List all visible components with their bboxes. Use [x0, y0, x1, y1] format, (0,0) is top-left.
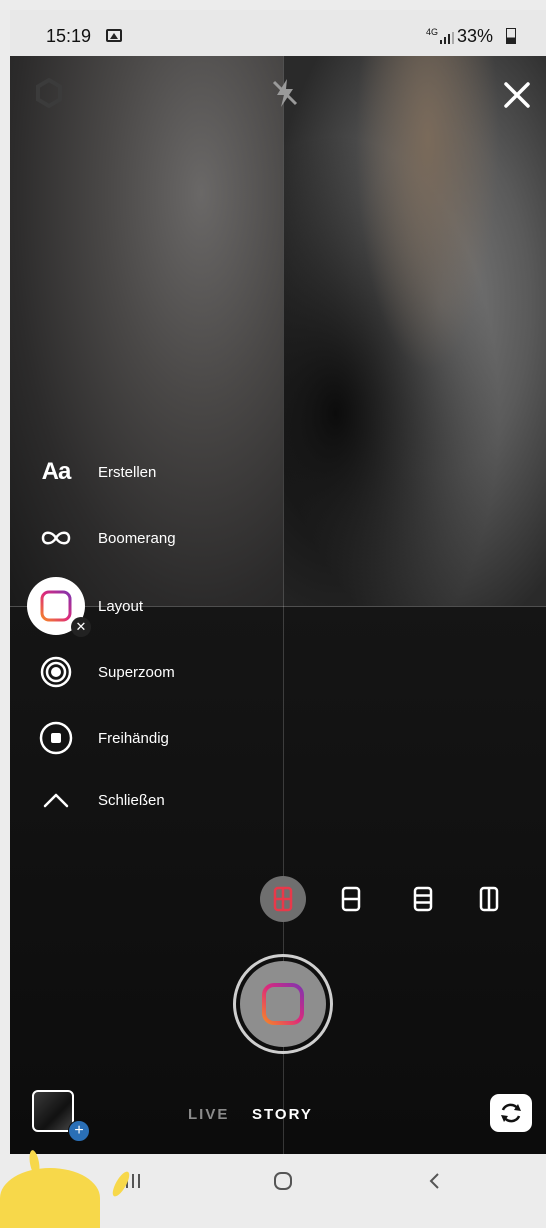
layout-option-split-2[interactable]	[328, 876, 374, 922]
chevron-up-icon	[24, 778, 88, 822]
layout-active-bubble: ✕	[27, 577, 91, 637]
image-notification-icon	[106, 29, 122, 42]
status-time: 15:19	[46, 26, 92, 46]
layout-shutter-icon	[262, 983, 304, 1025]
layout-cell-2[interactable]	[283, 56, 546, 606]
split-3-icon	[413, 886, 433, 912]
split-2-icon	[341, 886, 361, 912]
menu-item-handsfree[interactable]: Freihändig	[24, 716, 264, 760]
menu-label-superzoom: Superzoom	[98, 663, 175, 681]
battery-icon	[506, 28, 516, 44]
layout-option-grid-4[interactable]	[260, 876, 306, 922]
infinity-icon	[24, 516, 88, 560]
shutter-button[interactable]	[233, 954, 333, 1054]
layout-icon	[40, 590, 72, 622]
home-icon[interactable]	[272, 1170, 294, 1192]
menu-item-superzoom[interactable]: Superzoom	[24, 650, 264, 694]
mode-story[interactable]: STORY	[252, 1106, 313, 1123]
settings-icon[interactable]	[34, 78, 64, 108]
menu-item-create[interactable]: Aa Erstellen	[24, 450, 264, 494]
split-vertical-icon	[479, 886, 499, 912]
flash-off-icon[interactable]	[268, 76, 302, 110]
signal-icon	[440, 32, 454, 44]
layout-option-split-vertical[interactable]	[466, 876, 512, 922]
menu-label-layout: Layout	[98, 597, 144, 615]
menu-item-layout[interactable]: ✕ Layout	[24, 577, 264, 637]
battery-percent: 33%	[457, 26, 494, 46]
status-bar: 15:19 4G 33%	[10, 10, 546, 56]
menu-label-boomerang: Boomerang	[98, 529, 176, 547]
grid-4-icon	[273, 886, 293, 912]
close-icon[interactable]	[500, 78, 534, 112]
layout-option-split-3[interactable]	[400, 876, 446, 922]
menu-label-close: Schließen	[98, 791, 165, 809]
menu-label-handsfree: Freihändig	[98, 729, 169, 747]
decorative-yellow-shape	[0, 1168, 100, 1228]
menu-item-close[interactable]: Schließen	[24, 778, 264, 822]
camera-viewfinder[interactable]: Aa Erstellen Boomerang ✕ Layout Superzoo…	[10, 56, 546, 1154]
superzoom-icon	[24, 650, 88, 694]
mode-live[interactable]: LIVE	[188, 1106, 229, 1123]
menu-item-boomerang[interactable]: Boomerang	[24, 516, 264, 560]
menu-label-create: Erstellen	[98, 463, 157, 481]
aa-glyph: Aa	[41, 458, 72, 485]
flip-camera-icon	[501, 1103, 521, 1123]
shutter-inner	[240, 961, 326, 1047]
gallery-thumbnail[interactable]: +	[32, 1090, 90, 1142]
flip-camera-button[interactable]	[490, 1094, 532, 1132]
text-aa-icon: Aa	[24, 450, 88, 494]
layout-icon-slot: ✕	[24, 577, 91, 637]
back-icon[interactable]	[424, 1170, 446, 1192]
network-type: 4G	[426, 27, 439, 37]
record-icon	[24, 716, 88, 760]
layout-close-icon[interactable]: ✕	[71, 617, 91, 637]
plus-icon: +	[68, 1120, 90, 1142]
